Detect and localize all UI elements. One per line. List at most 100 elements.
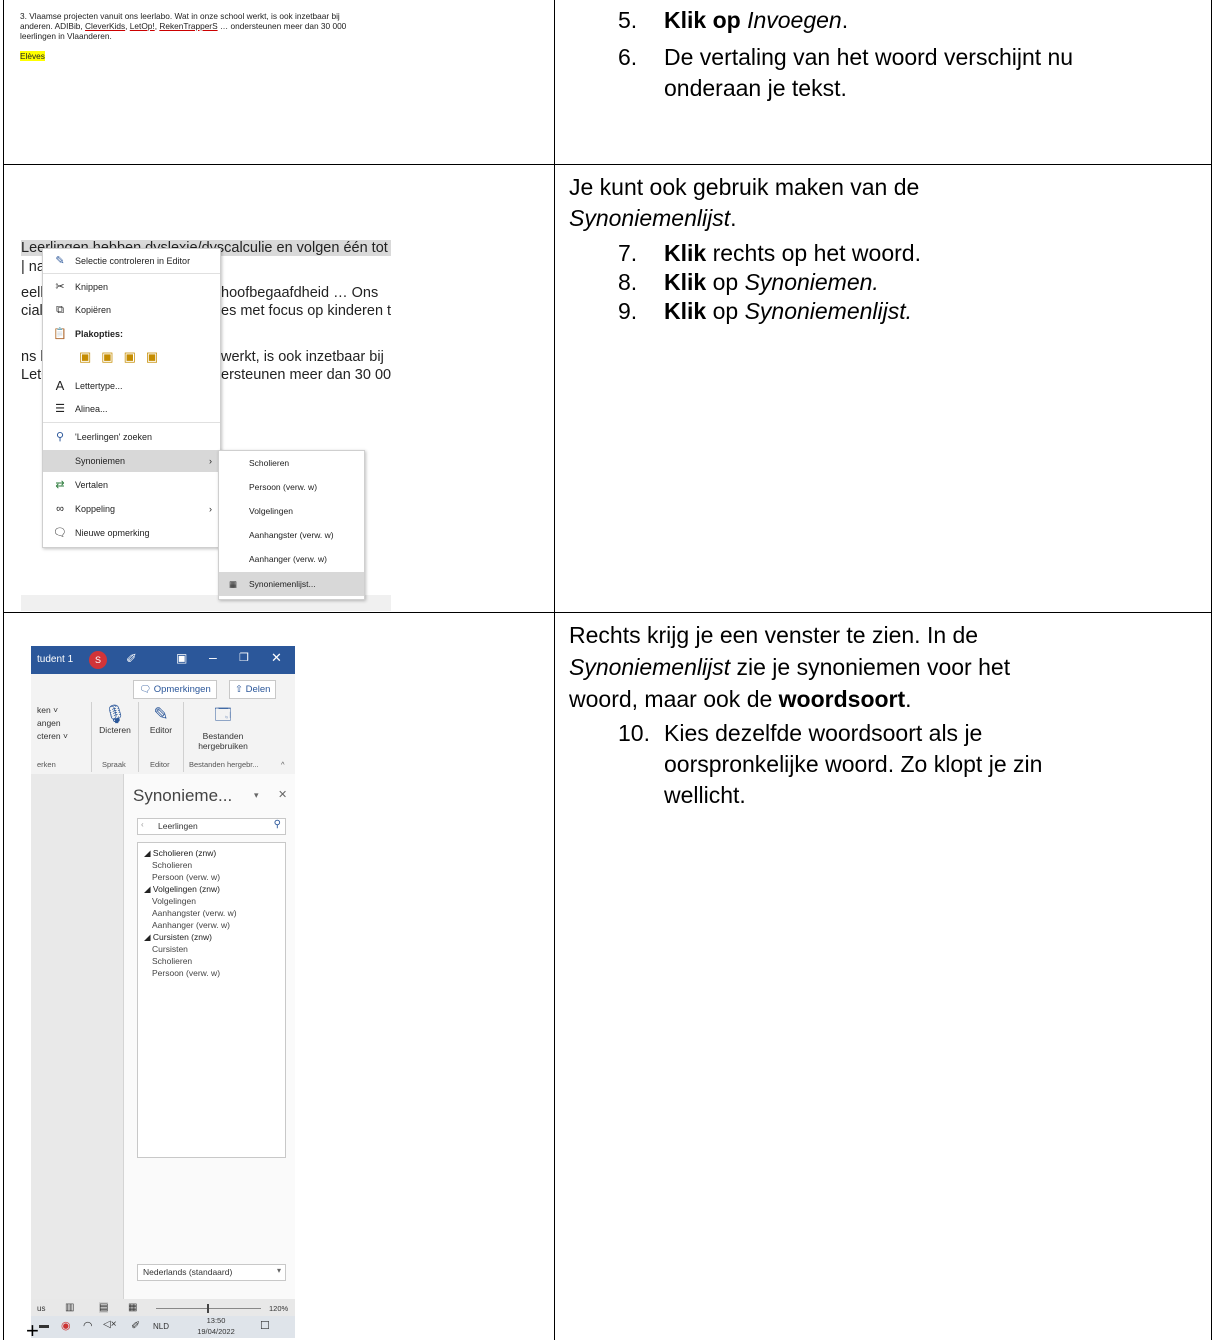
synonyms-submenu: Scholieren Persoon (verw. w) Volgelingen…: [218, 450, 365, 600]
avatar[interactable]: S: [89, 651, 107, 669]
minimize-icon[interactable]: –: [209, 649, 217, 665]
search-icon[interactable]: ⚲: [274, 819, 281, 830]
menu-item-cut[interactable]: ✂ Knippen: [43, 276, 220, 298]
list-item[interactable]: Cursisten: [152, 944, 188, 954]
list-item[interactable]: ◢ Volgelingen (znw): [144, 884, 220, 895]
menu-label: Knippen: [75, 282, 109, 292]
close-icon[interactable]: ✕: [271, 650, 282, 666]
step-10-cont-2: wellicht.: [664, 782, 746, 808]
intro-italic: Synoniemenlijst: [569, 205, 731, 231]
step-5: 5. Klik op Invoegen.: [618, 5, 848, 35]
taskbar: ▬ ◉ ◠ ◁× ✐ NLD 13:50 19/04/2022 ☐: [31, 1316, 295, 1338]
intro-italic: Synoniemenlijst: [569, 654, 731, 680]
language-select[interactable]: Nederlands (standaard) ▾: [137, 1264, 286, 1281]
submenu-item[interactable]: Aanhanger (verw. w): [219, 547, 364, 571]
table-border-right: [1211, 0, 1212, 1340]
menu-item-translate[interactable]: ⇄ Vertalen: [43, 474, 220, 496]
battery-icon[interactable]: ▬: [39, 1320, 49, 1331]
menu-item-copy[interactable]: ⧉ Kopiëren: [43, 299, 220, 321]
reuse-files-button[interactable]: 🗔 Bestanden hergebruiken: [191, 704, 255, 751]
submenu-item[interactable]: Persoon (verw. w): [219, 475, 364, 499]
close-icon[interactable]: ✕: [278, 788, 287, 801]
step-6: 6. De vertaling van het woord verschijnt …: [618, 42, 1073, 72]
intro-synonyms-1: Je kunt ook gebruik maken van de: [569, 174, 920, 200]
web-layout-icon[interactable]: ▦: [128, 1302, 137, 1313]
menu-item-paragraph[interactable]: ☰ Alinea...: [43, 398, 220, 420]
menu-item-new-comment[interactable]: 🗨 Nieuwe opmerking: [43, 522, 220, 544]
list-item[interactable]: Volgelingen: [152, 896, 196, 906]
notification-icon[interactable]: ☐: [260, 1319, 270, 1332]
step-number: 5.: [618, 7, 638, 33]
group-label: Spraak: [102, 760, 126, 769]
submenu-item[interactable]: Volgelingen: [219, 499, 364, 523]
doc-line-3: leerlingen in Vlaanderen.: [20, 31, 112, 41]
step-rest: .: [841, 7, 849, 33]
menu-label: Synoniemen: [75, 456, 126, 466]
step-10-cont-1: oorspronkelijke woord. Zo klopt je zin: [664, 751, 1043, 777]
ribbon-item[interactable]: ken ˅: [37, 704, 68, 717]
chevron-up-icon[interactable]: ^: [281, 760, 285, 769]
step-9: 9. Klik op Synoniemenlijst.: [618, 296, 912, 326]
step-number: 7.: [618, 240, 638, 266]
intro-rest: zie je synoniemen voor het: [730, 654, 1011, 680]
menu-item-editor[interactable]: ✎ Selectie controleren in Editor: [43, 250, 220, 272]
menu-item-synonyms[interactable]: Synoniemen ›: [43, 450, 220, 472]
group-label: Bestanden hergebr...: [189, 760, 259, 769]
language-indicator[interactable]: NLD: [153, 1322, 169, 1331]
submenu-item[interactable]: Scholieren: [219, 451, 364, 475]
intro-text: woord, maar ook de: [569, 686, 779, 712]
list-item[interactable]: Scholieren: [152, 860, 192, 870]
zoom-slider-thumb[interactable]: [207, 1304, 209, 1313]
paste-option-icons[interactable]: ▣▣▣▣: [79, 349, 168, 369]
pen-icon[interactable]: ✐: [126, 651, 137, 667]
comments-button[interactable]: 🗨 Opmerkingen: [133, 680, 217, 699]
microphone-icon: 🎙: [103, 704, 127, 724]
list-item[interactable]: Persoon (verw. w): [152, 968, 220, 978]
ribbon-item[interactable]: angen: [37, 717, 68, 730]
status-text: us: [37, 1304, 46, 1313]
list-item[interactable]: ◢ Scholieren (znw): [144, 848, 216, 859]
menu-label: 'Leerlingen' zoeken: [75, 432, 152, 442]
list-item[interactable]: ◢ Cursisten (znw): [144, 932, 212, 943]
search-box[interactable]: ‹ Leerlingen ⚲: [137, 818, 286, 835]
editor-button[interactable]: ✎ Editor: [143, 704, 179, 735]
list-item[interactable]: Persoon (verw. w): [152, 872, 220, 882]
menu-item-search[interactable]: ⚲ 'Leerlingen' zoeken: [43, 426, 220, 448]
step-10: 10. Kies dezelfde woordsoort als je: [618, 718, 982, 748]
submenu-label: Aanhangster (verw. w): [249, 530, 334, 540]
search-input[interactable]: Leerlingen: [158, 821, 198, 831]
menu-item-font[interactable]: A Lettertype...: [43, 375, 220, 397]
synonyms-list: ◢ Scholieren (znw) Scholieren Persoon (v…: [137, 842, 286, 1158]
chevron-right-icon: ›: [209, 504, 212, 514]
step-bold: Klik: [664, 298, 707, 324]
shield-icon[interactable]: ◉: [61, 1319, 71, 1332]
editor-pen-icon: ✎: [55, 255, 65, 267]
group-label: Editor: [150, 760, 170, 769]
mute-icon[interactable]: ◁×: [103, 1319, 117, 1330]
back-arrow-icon[interactable]: ‹: [141, 820, 144, 829]
wifi-icon[interactable]: ◠: [83, 1319, 93, 1332]
menu-item-link[interactable]: ∞ Koppeling ›: [43, 498, 220, 520]
list-item[interactable]: Scholieren: [152, 956, 192, 966]
ribbon-item[interactable]: cteren ˅: [37, 730, 68, 743]
list-item[interactable]: Aanhangster (verw. w): [152, 908, 237, 918]
list-icon: ▦: [229, 579, 238, 589]
button-label: hergebruiken: [198, 741, 248, 751]
read-mode-icon[interactable]: ▥: [65, 1302, 74, 1313]
ribbon: 🗨 Opmerkingen ⇧ Delen ken ˅ angen cteren…: [31, 674, 295, 775]
pen-icon[interactable]: ✐: [131, 1319, 140, 1332]
restore-icon[interactable]: ❐: [239, 651, 249, 664]
submenu-item-synonym-list[interactable]: ▦ Synoniemenlijst...: [219, 572, 364, 596]
submenu-label: Scholieren: [249, 458, 290, 468]
dictate-button[interactable]: 🎙 Dicteren: [97, 704, 133, 735]
print-layout-icon[interactable]: ▤: [99, 1302, 109, 1313]
intro-rest: .: [905, 686, 912, 712]
chevron-down-icon[interactable]: ▾: [254, 790, 259, 801]
ribbon-display-icon[interactable]: ▣: [176, 651, 187, 665]
translate-icon: ⇄: [55, 479, 65, 491]
step-italic: Synoniemenlijst.: [744, 298, 913, 324]
share-button[interactable]: ⇧ Delen: [229, 680, 277, 699]
step-text: Kies dezelfde woordsoort als je: [664, 720, 983, 746]
submenu-item[interactable]: Aanhangster (verw. w): [219, 523, 364, 547]
list-item[interactable]: Aanhanger (verw. w): [152, 920, 230, 930]
